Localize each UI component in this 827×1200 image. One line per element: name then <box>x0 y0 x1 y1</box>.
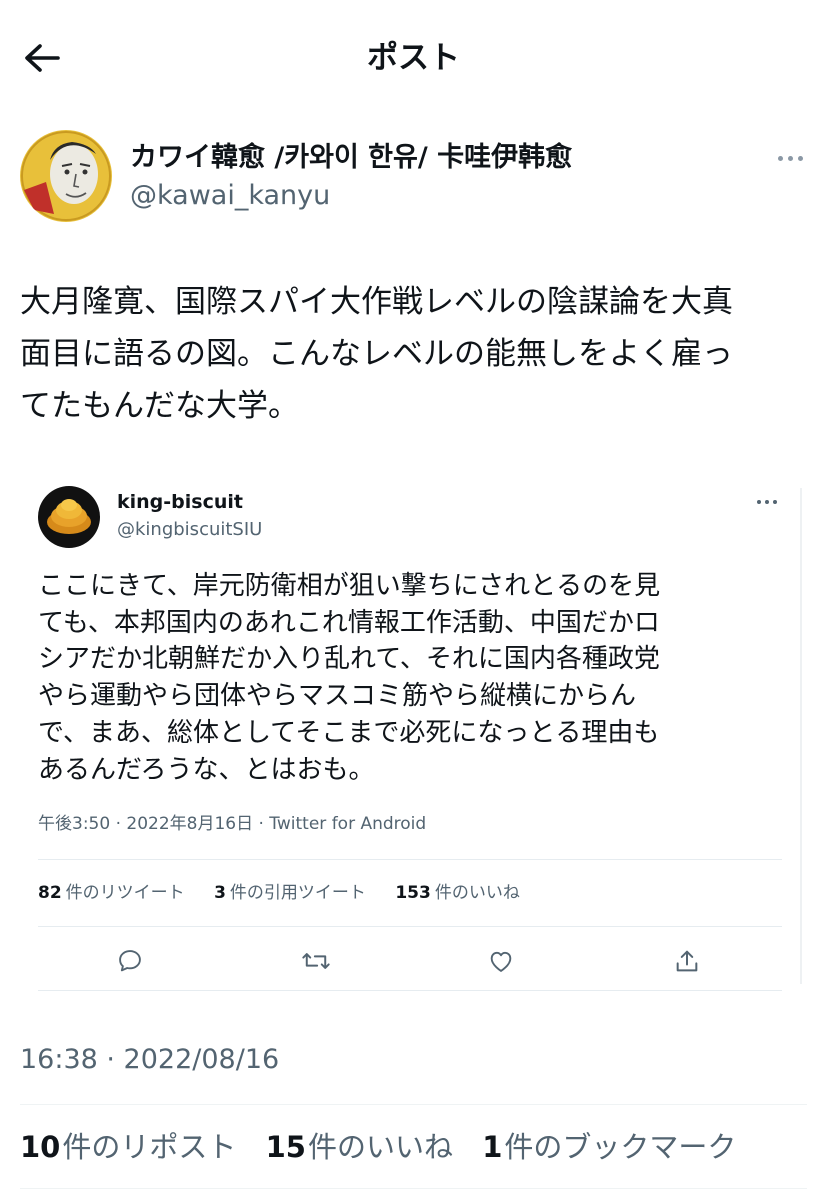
like-icon <box>483 943 519 979</box>
post-text-line: てたもんだな大学。 <box>20 388 299 424</box>
user-avatar-drawing <box>20 130 112 222</box>
post-text: 大月隆寛、国際スパイ大作戦レベルの陰謀論を大真 面目に語るの図。こんなレベルの能… <box>20 276 810 432</box>
embedded-meta: 午後3:50 · 2022年8月16日 · Twitter for Androi… <box>38 814 427 834</box>
more-icon <box>777 155 783 161</box>
embedded-text-line: ても、本邦国内のあれこれ情報工作活動、中国だかロ <box>38 607 660 638</box>
post-text-line: 面目に語るの図。こんなレベルの能無しをよく雇っ <box>20 336 733 372</box>
embedded-stat-retweets: 82 件のリツイート <box>38 883 185 903</box>
embedded-text-line: で、まあ、総体としてそこまで必死になっとる理由も <box>38 717 660 748</box>
embedded-stats: 82 件のリツイート 3 件の引用ツイート 153 件のいいね <box>38 880 544 906</box>
stat-likes[interactable]: 15件のいいね <box>266 1130 453 1164</box>
divider <box>20 1104 807 1105</box>
biscuit-avatar-icon <box>38 486 100 548</box>
post-timestamp[interactable]: 16:38 · 2022/08/16 <box>20 1040 279 1080</box>
post-stats: 10件のリポスト 15件のいいね 1件のブックマーク <box>20 1126 756 1168</box>
embedded-stat-likes: 153 件のいいね <box>395 883 520 903</box>
embedded-more-icon <box>752 492 782 512</box>
embedded-text-line: あるんだろうな、とはおも。 <box>38 754 375 785</box>
embedded-stat-quotes: 3 件の引用ツイート <box>214 883 366 903</box>
reply-icon <box>112 943 148 979</box>
avatar[interactable] <box>20 130 112 222</box>
stat-bookmarks[interactable]: 1件のブックマーク <box>482 1130 736 1164</box>
embedded-author-name: king-biscuit <box>117 491 243 513</box>
stat-reposts[interactable]: 10件のリポスト <box>20 1130 236 1164</box>
post-text-line: 大月隆寛、国際スパイ大作戦レベルの陰謀論を大真 <box>20 284 733 320</box>
embedded-text: ここにきて、岸元防衛相が狙い撃ちにされとるのを見 ても、本邦国内のあれこれ情報工… <box>38 568 788 788</box>
author-handle[interactable]: @kawai_kanyu <box>130 178 330 214</box>
embedded-text-line: シアだか北朝鮮だか入り乱れて、それに国内各種政党 <box>38 644 660 675</box>
embedded-text-line: ここにきて、岸元防衛相が狙い撃ちにされとるのを見 <box>38 571 661 601</box>
divider <box>38 859 782 860</box>
divider <box>20 1188 807 1189</box>
divider <box>38 990 782 991</box>
more-options-button[interactable] <box>772 144 808 172</box>
page-title: ポスト <box>367 40 460 76</box>
share-icon <box>669 943 705 979</box>
image-edge <box>800 488 802 984</box>
embedded-author-handle: @kingbiscuitSIU <box>117 519 263 540</box>
divider <box>38 926 782 927</box>
author-name[interactable]: カワイ韓愈 /카와이 한유/ 卡哇伊韩愈 <box>130 139 572 177</box>
embedded-text-line: やら運動やら団体やらマスコミ筋やら縦横にからん <box>38 681 637 712</box>
embedded-avatar <box>38 486 100 548</box>
retweet-icon <box>298 943 334 979</box>
